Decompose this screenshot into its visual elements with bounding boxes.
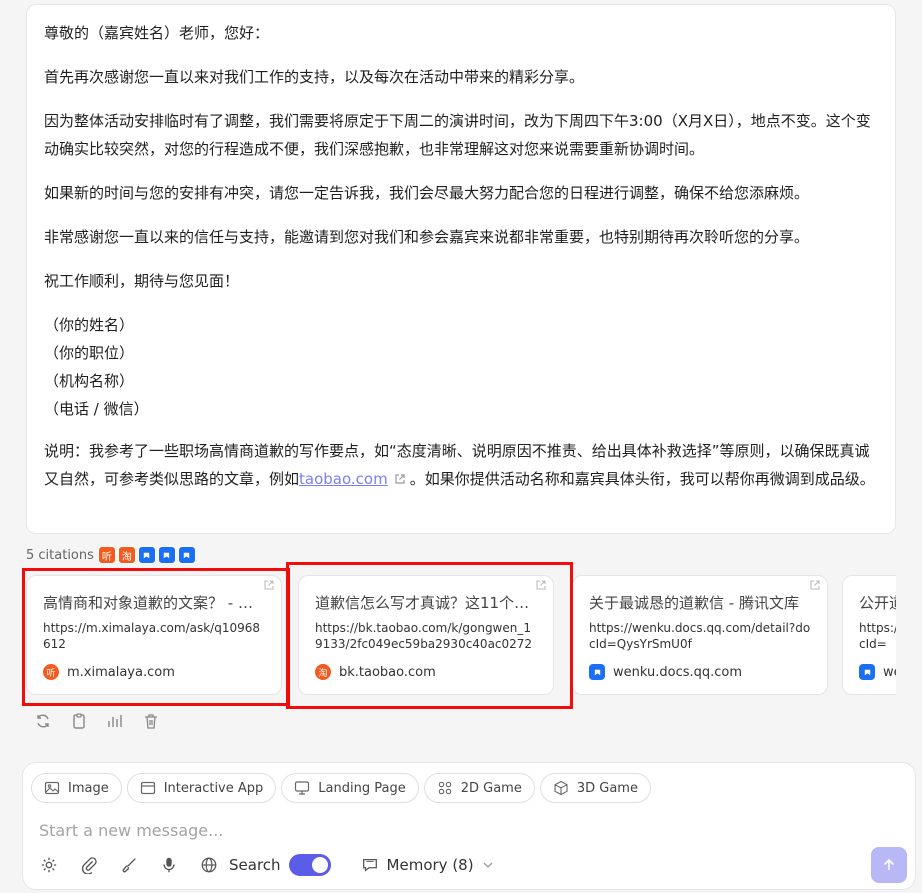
citation-title: 关于最诚恳的道歉信 - 腾讯文库 xyxy=(589,594,799,612)
regenerate-icon[interactable] xyxy=(34,712,52,730)
image-icon xyxy=(44,781,60,795)
external-link-icon xyxy=(810,580,820,590)
citation-url: https://wenku.docs.qq.com/detail?docId=Q… xyxy=(589,621,811,651)
message-actions xyxy=(34,712,160,730)
monitor-icon xyxy=(295,781,310,795)
signature: （你的姓名） （你的职位） （机构名称） （电话 / 微信） xyxy=(44,311,879,423)
citation-domain: wenku.docs.qq.com xyxy=(613,664,743,680)
citation-source: wenku.docs.qq.com xyxy=(859,664,896,680)
paragraph-thanks: 首先再次感谢您一直以来对我们工作的支持，以及每次在活动中带来的精彩分享。 xyxy=(44,68,585,86)
memory-label: Memory (8) xyxy=(386,856,474,874)
chip-2d-game[interactable]: 2D Game xyxy=(423,773,535,803)
memory-dropdown[interactable]: Memory (8) xyxy=(361,856,502,874)
stats-icon[interactable] xyxy=(106,712,124,730)
external-link-icon xyxy=(395,474,405,484)
message-composer: Image Interactive App Landing Page 2D Ga… xyxy=(22,762,916,890)
globe-icon xyxy=(199,855,219,875)
microphone-icon[interactable] xyxy=(159,855,179,875)
citation-title: 公开道歉信 xyxy=(859,594,896,612)
paragraph-schedule-change: 因为整体活动安排临时有了调整，我们需要将原定于下周二的演讲时间，改为下周四下午3… xyxy=(44,112,871,158)
paragraph-conflict: 如果新的时间与您的安排有冲突，请您一定告诉我，我们会尽最大努力配合您的日程进行调… xyxy=(44,184,810,202)
send-button[interactable] xyxy=(871,847,907,883)
site-favicon xyxy=(589,664,605,680)
assistant-message: 尊敬的（嘉宾姓名）老师，您好： 首先再次感谢您一直以来对我们工作的支持，以及每次… xyxy=(26,4,896,534)
chevron-down-icon xyxy=(483,862,493,868)
copy-icon[interactable] xyxy=(70,712,88,730)
cube-icon xyxy=(554,780,568,796)
citation-source-icon: 淘 xyxy=(117,546,136,564)
citation-source-icon: 听 xyxy=(97,546,116,564)
chip-image[interactable]: Image xyxy=(31,773,122,803)
grid-icon xyxy=(438,781,451,795)
signature-org: （机构名称） xyxy=(44,372,135,390)
paragraph-gratitude: 非常感谢您一直以来的信任与支持，能邀请到您对我们和参会嘉宾来说都非常重要，也特别… xyxy=(44,228,810,246)
chip-label: Landing Page xyxy=(318,780,406,796)
citations-count: 5 citations xyxy=(26,547,94,563)
settings-icon[interactable] xyxy=(39,855,59,875)
citation-source-icon xyxy=(177,546,196,564)
chip-label: Image xyxy=(68,780,109,796)
toggle-knob xyxy=(311,857,328,873)
delete-icon[interactable] xyxy=(142,712,160,730)
citation-source-icon xyxy=(137,546,156,564)
chip-label: 2D Game xyxy=(460,780,522,796)
note: 说明：我参考了一些职场高情商道歉的写作要点，如“态度清晰、说明原因不推责、给出具… xyxy=(44,437,879,493)
citation-source: wenku.docs.qq.com xyxy=(589,664,811,680)
citation-card[interactable]: 关于最诚恳的道歉信 - 腾讯文库 https://wenku.docs.qq.c… xyxy=(572,575,828,695)
paragraph-closing: 祝工作顺利，期待与您见面！ xyxy=(44,272,240,290)
citation-card[interactable]: 公开道歉信 https://wenku.docs.qq.com/detail?d… xyxy=(842,575,896,695)
arrow-up-icon xyxy=(883,858,895,870)
citation-source-icons: 听淘 xyxy=(97,546,198,564)
chip-label: Interactive App xyxy=(163,780,264,796)
mode-chips: Image Interactive App Landing Page 2D Ga… xyxy=(31,773,651,803)
search-label: Search xyxy=(229,856,281,874)
app-window-icon xyxy=(140,781,155,795)
chip-interactive-app[interactable]: Interactive App xyxy=(126,773,277,803)
signature-name: （你的姓名） xyxy=(44,316,135,334)
site-favicon xyxy=(859,664,875,680)
attach-icon[interactable] xyxy=(79,855,99,875)
composer-tools: Search Memory (8) xyxy=(39,853,502,877)
message-input[interactable] xyxy=(37,815,881,845)
note-link[interactable]: taobao.com xyxy=(299,470,388,488)
citation-domain: wenku.docs.qq.com xyxy=(883,664,896,680)
brush-icon[interactable] xyxy=(119,855,139,875)
chat-bubble-icon xyxy=(362,858,377,872)
chip-landing-page[interactable]: Landing Page xyxy=(281,773,419,803)
signature-contact: （电话 / 微信） xyxy=(44,400,149,418)
note-text-after: 。如果你提供活动名称和嘉宾具体头衔，我可以帮你再微调到成品级。 xyxy=(409,470,875,488)
highlight-box-1 xyxy=(22,568,290,706)
signature-title: （你的职位） xyxy=(44,344,135,362)
citation-url: https://wenku.docs.qq.com/detail?docId= xyxy=(859,621,896,651)
highlight-box-2 xyxy=(286,562,573,709)
greeting: 尊敬的（嘉宾姓名）老师，您好： xyxy=(44,24,270,42)
citations-toggle[interactable]: 5 citations 听淘 xyxy=(26,544,198,566)
search-toggle[interactable] xyxy=(288,854,331,876)
citation-source-icon xyxy=(157,546,176,564)
chip-3d-game[interactable]: 3D Game xyxy=(539,773,651,803)
chip-label: 3D Game xyxy=(576,780,638,796)
